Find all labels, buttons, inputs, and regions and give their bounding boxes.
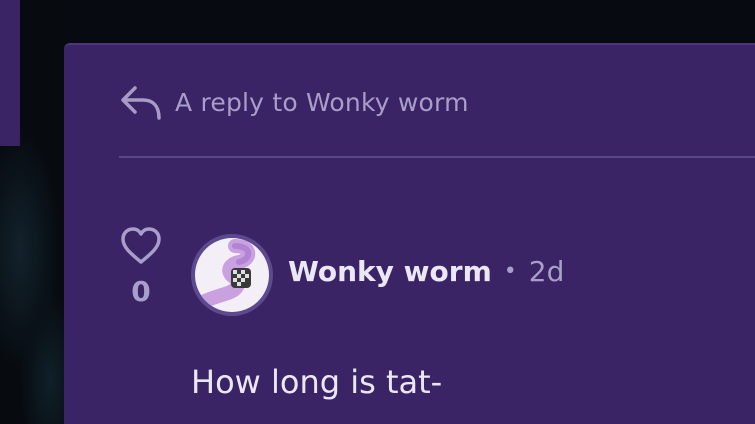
like-control[interactable]: 0 — [119, 227, 163, 308]
like-count: 0 — [131, 275, 151, 308]
comment-timestamp: 2d — [528, 255, 565, 288]
reply-arrow-icon — [119, 80, 163, 124]
reply-card: A reply to Wonky worm 0 Wonky worm • 2d … — [64, 43, 755, 424]
author-name[interactable]: Wonky worm — [288, 255, 492, 288]
reply-context-text[interactable]: A reply to Wonky worm — [175, 88, 469, 117]
heart-outline-icon[interactable] — [120, 227, 162, 269]
comment-meta: Wonky worm • 2d — [288, 255, 564, 288]
comment-body: How long is tat- — [191, 363, 443, 401]
adjacent-card-edge — [0, 0, 20, 146]
divider — [119, 156, 755, 158]
avatar[interactable] — [191, 234, 273, 316]
worm-avatar — [195, 238, 269, 312]
reply-context[interactable]: A reply to Wonky worm — [119, 80, 469, 124]
meta-separator: • — [503, 259, 517, 284]
page: A reply to Wonky worm 0 Wonky worm • 2d … — [0, 0, 755, 424]
